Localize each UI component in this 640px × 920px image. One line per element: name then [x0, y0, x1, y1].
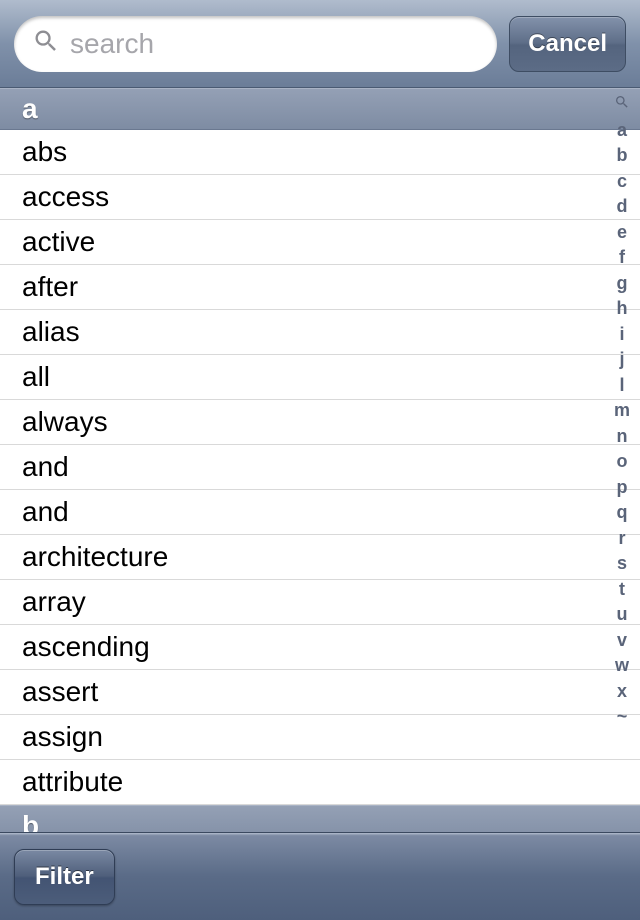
list-item[interactable]: abs	[0, 130, 640, 175]
list-item[interactable]: assert	[0, 670, 640, 715]
filter-button[interactable]: Filter	[14, 849, 115, 905]
index-letter[interactable]: h	[617, 299, 628, 317]
index-letter[interactable]: x	[617, 682, 627, 700]
index-letter[interactable]: w	[615, 656, 629, 674]
index-letter[interactable]: p	[617, 478, 628, 496]
list-item[interactable]: array	[0, 580, 640, 625]
list-item[interactable]: always	[0, 400, 640, 445]
list-item[interactable]: after	[0, 265, 640, 310]
index-letter[interactable]: t	[619, 580, 625, 598]
index-letter[interactable]: d	[617, 197, 628, 215]
index-letter[interactable]: b	[617, 146, 628, 164]
index-letter[interactable]: f	[619, 248, 625, 266]
list-item[interactable]: and	[0, 490, 640, 535]
list-item[interactable]: all	[0, 355, 640, 400]
search-icon[interactable]	[614, 94, 630, 113]
list-item[interactable]: active	[0, 220, 640, 265]
list-container: aabsaccessactiveafteraliasallalwaysandan…	[0, 88, 640, 832]
index-letter[interactable]: r	[618, 529, 625, 547]
bottom-toolbar: Filter	[0, 832, 640, 920]
index-letter[interactable]: o	[617, 452, 628, 470]
index-letter[interactable]: s	[617, 554, 627, 572]
search-bar: Cancel	[0, 0, 640, 88]
section-header: b	[0, 805, 640, 832]
index-letter[interactable]: q	[617, 503, 628, 521]
index-letter[interactable]: ~	[617, 707, 628, 725]
section-index-bar[interactable]: abcdefghijlmnopqrstuvwx ~	[604, 88, 640, 832]
index-letter[interactable]: c	[617, 172, 627, 190]
index-letter[interactable]: e	[617, 223, 627, 241]
list-item[interactable]: assign	[0, 715, 640, 760]
section-header: a	[0, 88, 640, 130]
list-item[interactable]: alias	[0, 310, 640, 355]
index-letter[interactable]: u	[617, 605, 628, 623]
list-item[interactable]: architecture	[0, 535, 640, 580]
index-letter[interactable]: g	[617, 274, 628, 292]
index-letter[interactable]: n	[617, 427, 628, 445]
search-field[interactable]	[14, 16, 497, 72]
index-letter[interactable]: a	[617, 121, 627, 139]
cancel-button[interactable]: Cancel	[509, 16, 626, 72]
search-input[interactable]	[70, 28, 479, 60]
list-item[interactable]: ascending	[0, 625, 640, 670]
list-item[interactable]: access	[0, 175, 640, 220]
index-letter[interactable]: i	[619, 325, 624, 343]
list-item[interactable]: attribute	[0, 760, 640, 805]
index-letter[interactable]: v	[617, 631, 627, 649]
list-item[interactable]: and	[0, 445, 640, 490]
index-letter[interactable]: m	[614, 401, 630, 419]
index-letter[interactable]: l	[619, 376, 624, 394]
index-letter[interactable]: j	[619, 350, 624, 368]
search-icon	[32, 27, 60, 60]
